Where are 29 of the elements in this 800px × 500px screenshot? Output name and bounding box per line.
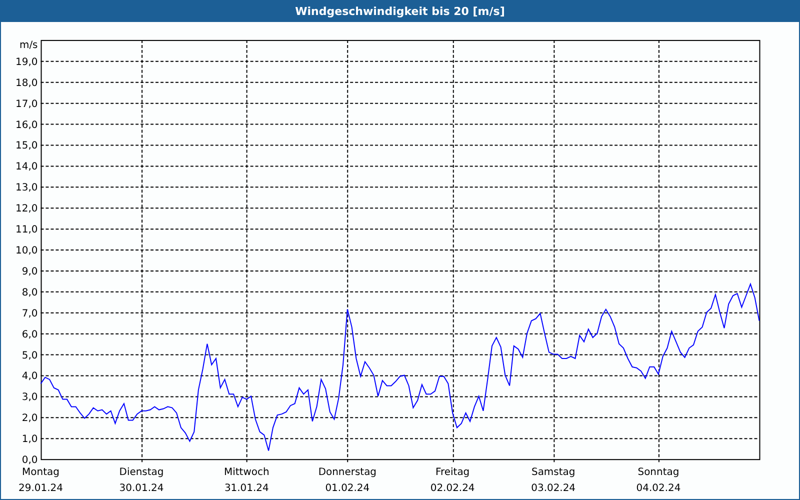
x-tick-label: Sonntag 04.02.24 bbox=[636, 467, 681, 494]
x-tick-label: Freitag 02.02.24 bbox=[430, 467, 475, 494]
x-tick-label: Samstag 03.02.24 bbox=[531, 467, 576, 494]
y-tick-label: 11,0 bbox=[16, 224, 38, 236]
y-tick-label: 9,0 bbox=[22, 266, 38, 278]
y-tick-label: 6,0 bbox=[22, 329, 38, 340]
x-tick-label: Donnerstag 01.02.24 bbox=[318, 467, 377, 494]
y-tick-label: 1,0 bbox=[22, 434, 38, 446]
y-axis-label: m/s bbox=[20, 40, 38, 51]
x-tick-label: Dienstag 30.01.24 bbox=[119, 467, 164, 494]
x-tick-label: Mittwoch 31.01.24 bbox=[224, 467, 270, 494]
chart-title: Windgeschwindigkeit bis 20 [m/s] bbox=[1, 1, 799, 22]
y-tick-label: 3,0 bbox=[22, 392, 38, 404]
y-tick-label: 0,0 bbox=[22, 455, 38, 466]
y-tick-label: 15,0 bbox=[16, 140, 38, 152]
y-tick-label: 2,0 bbox=[22, 413, 38, 424]
y-tick-label: 19,0 bbox=[16, 56, 38, 68]
x-tick-label: Montag 29.01.24 bbox=[18, 467, 63, 494]
y-tick-label: 16,0 bbox=[16, 120, 38, 131]
y-tick-label: 8,0 bbox=[22, 287, 38, 298]
y-tick-label: 12,0 bbox=[16, 204, 38, 215]
y-tick-label: 14,0 bbox=[16, 162, 38, 173]
y-tick-label: 5,0 bbox=[22, 350, 38, 362]
y-tick-label: 10,0 bbox=[16, 246, 38, 257]
y-tick-label: 4,0 bbox=[22, 371, 38, 382]
y-tick-label: 18,0 bbox=[16, 78, 38, 89]
y-tick-label: 13,0 bbox=[16, 182, 38, 194]
y-tick-label: 17,0 bbox=[16, 98, 38, 110]
y-tick-label: 7,0 bbox=[22, 308, 38, 320]
